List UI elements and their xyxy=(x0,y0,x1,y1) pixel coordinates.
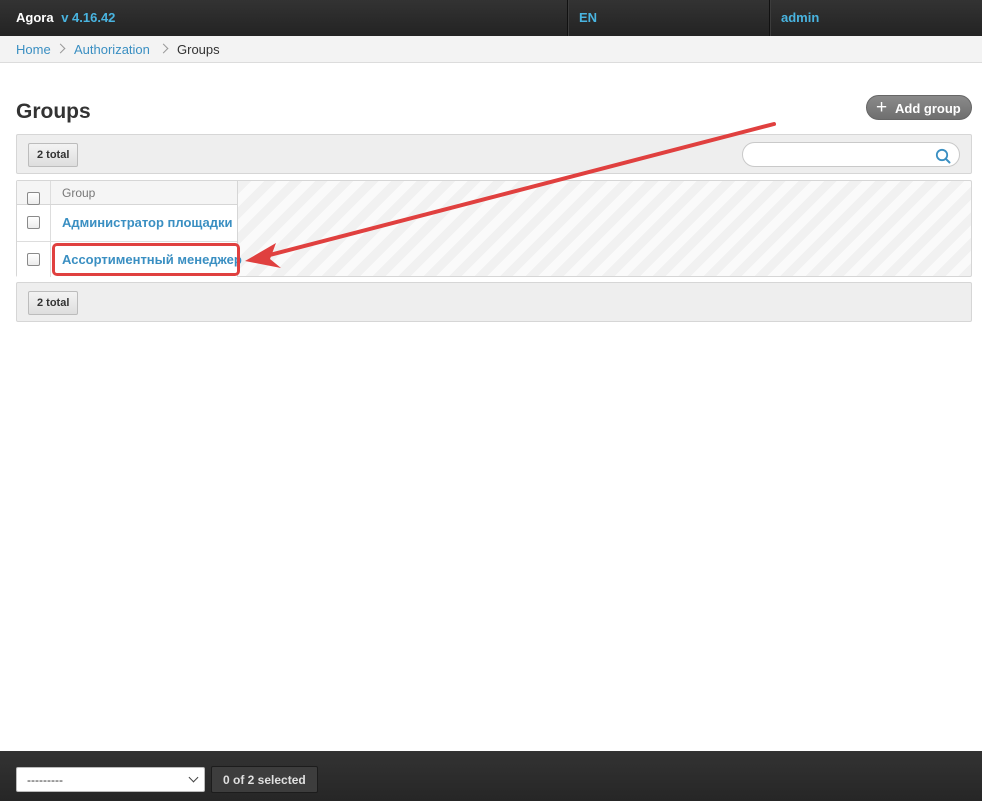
search-input[interactable] xyxy=(753,146,933,163)
select-all-checkbox[interactable] xyxy=(27,192,40,205)
annotation-arrow xyxy=(245,122,776,268)
groups-table: Group Администратор площадки Ассортимент… xyxy=(16,180,972,277)
app-brand[interactable]: Agora v 4.16.42 xyxy=(16,0,115,36)
top-bar: Agora v 4.16.42 EN admin xyxy=(0,0,982,36)
total-count-button[interactable]: 2 total xyxy=(28,143,79,167)
chevron-right-icon xyxy=(55,43,66,54)
table-row: Ассортиментный менеджер xyxy=(17,241,242,277)
group-link[interactable]: Администратор площадки xyxy=(62,215,233,230)
breadcrumb-authorization[interactable]: Authorization xyxy=(74,42,150,57)
groups-table-body: Group Администратор площадки Ассортимент… xyxy=(17,181,242,277)
table-header: Group xyxy=(17,181,237,205)
add-group-label: Add group xyxy=(895,101,961,116)
breadcrumb-home[interactable]: Home xyxy=(16,42,51,57)
list-toolbar-top: 2 total xyxy=(16,134,972,174)
language-switcher[interactable]: EN xyxy=(579,0,597,36)
chevron-down-icon xyxy=(188,772,199,783)
search-icon[interactable] xyxy=(935,148,951,164)
selected-count-button[interactable]: 0 of 2 selected xyxy=(211,766,318,793)
breadcrumb-current: Groups xyxy=(177,42,220,57)
bulk-action-bar: --------- 0 of 2 selected xyxy=(0,751,982,801)
group-link[interactable]: Ассортиментный менеджер xyxy=(62,252,242,267)
row-checkbox[interactable] xyxy=(27,216,40,229)
chevron-right-icon xyxy=(158,43,169,54)
user-menu[interactable]: admin xyxy=(781,0,819,36)
row-checkbox[interactable] xyxy=(27,253,40,266)
row-checkbox-cell xyxy=(17,242,51,277)
list-toolbar-bottom: 2 total xyxy=(16,282,972,322)
row-checkbox-cell xyxy=(17,205,51,241)
topbar-divider xyxy=(769,0,770,36)
page-title: Groups xyxy=(16,100,91,123)
add-group-button[interactable]: + Add group xyxy=(866,95,972,120)
table-row: Администратор площадки xyxy=(17,205,237,241)
app-name: Agora xyxy=(16,10,54,25)
app-version: v 4.16.42 xyxy=(61,10,116,25)
breadcrumb: Home Authorization Groups xyxy=(0,36,982,63)
topbar-divider xyxy=(567,0,568,36)
select-all-cell xyxy=(17,181,51,205)
action-select[interactable]: --------- xyxy=(16,767,205,792)
action-select-value: --------- xyxy=(27,773,63,787)
search-box[interactable] xyxy=(742,142,960,167)
column-header-group[interactable]: Group xyxy=(62,186,95,200)
plus-icon: + xyxy=(876,97,888,118)
total-count-button[interactable]: 2 total xyxy=(28,291,79,315)
